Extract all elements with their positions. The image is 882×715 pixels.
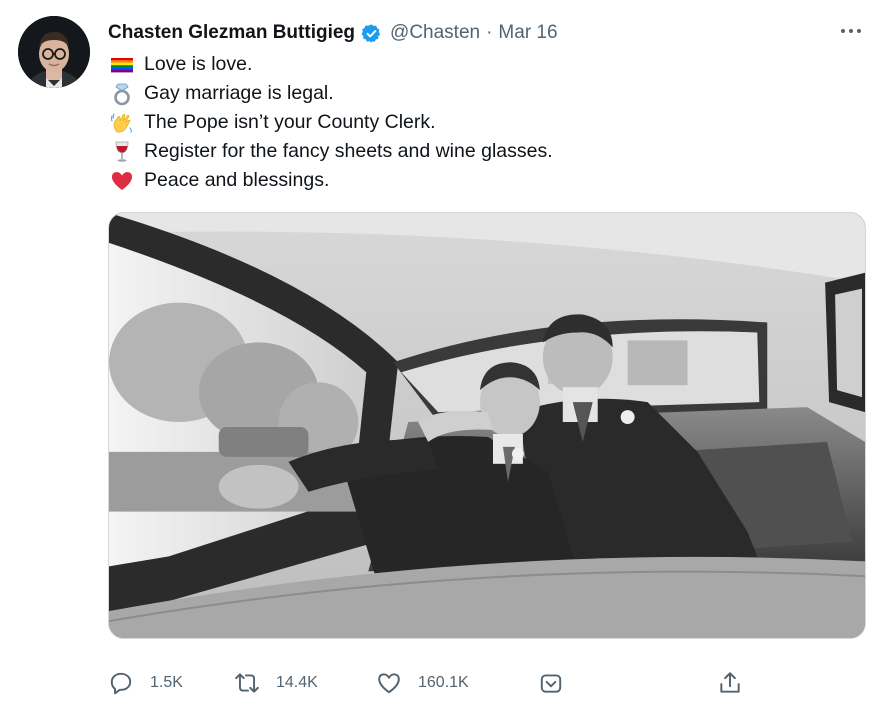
tweet-line: Gay marriage is legal. (108, 79, 848, 108)
tweet-line-text: Love is love. (144, 53, 253, 75)
tweet-line: Peace and blessings. (108, 166, 848, 195)
tweet-date[interactable]: Mar 16 (498, 22, 557, 44)
rainbow-flag-icon (108, 51, 135, 78)
like-button[interactable]: 160.1K (376, 666, 469, 700)
tweet-text: Love is love. Gay marriage is legal. The… (108, 50, 848, 195)
author-name[interactable]: Chasten Glezman Buttigieg (108, 22, 355, 44)
like-count: 160.1K (418, 674, 469, 691)
more-options-icon[interactable] (834, 20, 868, 42)
tweet-line: Register for the fancy sheets and wine g… (108, 137, 848, 166)
reply-button[interactable]: 1.5K (108, 666, 183, 700)
avatar[interactable] (18, 16, 90, 88)
author-handle[interactable]: @Chasten (390, 22, 480, 44)
tip-jar-icon (538, 670, 564, 696)
share-icon (717, 670, 743, 696)
tweet-line: Love is love. (108, 50, 848, 79)
tweet-line-text: Register for the fancy sheets and wine g… (144, 140, 553, 162)
tweet-line-text: Peace and blessings. (144, 169, 330, 191)
tweet-header: Chasten Glezman Buttigieg @Chasten · Mar… (108, 20, 558, 46)
tweet-line-text: Gay marriage is legal. (144, 82, 334, 104)
tweet-photo[interactable] (108, 212, 866, 639)
avatar-image (18, 16, 90, 88)
retweet-button[interactable]: 14.4K (234, 666, 318, 700)
tweet-line: The Pope isn’t your County Clerk. (108, 108, 848, 137)
share-button[interactable] (717, 666, 743, 700)
ring-icon (108, 80, 135, 107)
wedding-car-photo (109, 213, 865, 638)
separator-dot: · (486, 22, 493, 43)
tweet-line-text: The Pope isn’t your County Clerk. (144, 111, 436, 133)
tweet-actions: 1.5K 14.4K 160.1K (108, 666, 868, 700)
verified-badge-icon (361, 23, 382, 44)
tip-button[interactable] (538, 666, 564, 700)
reply-icon (108, 670, 134, 696)
reply-count: 1.5K (150, 674, 183, 691)
retweet-icon (234, 670, 260, 696)
heart-icon (376, 670, 402, 696)
retweet-count: 14.4K (276, 674, 318, 691)
wine-glass-icon (108, 138, 135, 165)
waving-hand-icon (108, 109, 135, 136)
red-heart-icon (108, 167, 135, 194)
